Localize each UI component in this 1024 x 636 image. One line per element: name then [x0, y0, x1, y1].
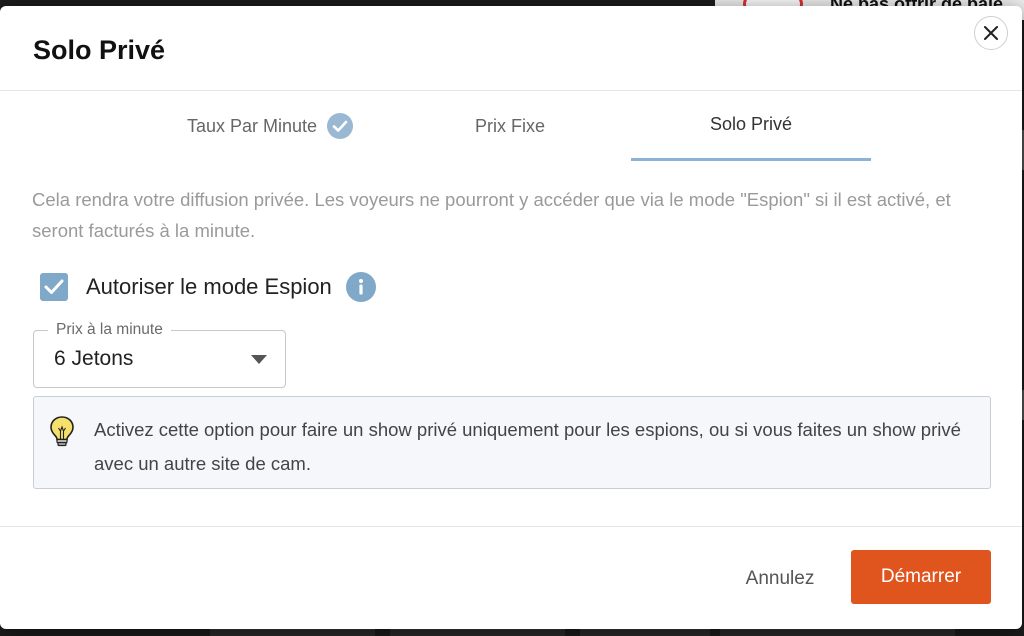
select-value: 6 Jetons — [54, 347, 134, 370]
spy-mode-checkbox[interactable] — [40, 273, 68, 301]
tab-taux-par-minute[interactable]: Taux Par Minute — [170, 91, 370, 161]
tab-label: Prix Fixe — [474, 115, 545, 136]
spy-mode-label[interactable]: Autoriser le mode Espion — [86, 274, 332, 300]
cancel-button[interactable]: Annulez — [730, 559, 830, 599]
select-legend: Prix à la minute — [48, 321, 171, 339]
tab-solo-prive[interactable]: Solo Privé — [631, 91, 871, 161]
description-text: Cela rendra votre diffusion privée. Les … — [32, 189, 951, 241]
tab-label: Taux Par Minute — [186, 115, 318, 136]
dialog-header: Solo Privé — [0, 6, 1022, 91]
hint-text: Activez cette option pour faire un show … — [94, 419, 961, 474]
completed-check-icon — [327, 113, 354, 139]
price-per-minute-select[interactable]: Prix à la minute 6 Jetons — [33, 321, 286, 388]
info-icon[interactable] — [345, 272, 376, 302]
start-button[interactable]: Démarrer — [851, 550, 991, 604]
lightbulb-icon — [50, 416, 74, 447]
background-tile — [390, 629, 565, 636]
spy-mode-row: Autoriser le mode Espion — [40, 270, 376, 304]
background-tile — [580, 629, 710, 636]
dialog-title: Solo Privé — [33, 35, 166, 65]
background-tile — [720, 629, 955, 636]
checkmark-icon — [44, 279, 64, 294]
solo-prive-dialog: Solo Privé Taux Par Minute Prix Fixe Sol… — [0, 6, 1022, 629]
close-button[interactable] — [974, 16, 1008, 50]
background-tile — [210, 629, 375, 636]
tab-prix-fixe[interactable]: Prix Fixe — [410, 91, 610, 161]
chevron-down-icon — [251, 355, 267, 364]
tab-label: Solo Privé — [709, 114, 793, 134]
tab-bar: Taux Par Minute Prix Fixe Solo Privé — [0, 91, 1022, 163]
hint-box: Activez cette option pour faire un show … — [33, 396, 991, 489]
close-icon — [984, 26, 998, 40]
dialog-footer: Annulez Démarrer — [0, 526, 1022, 629]
